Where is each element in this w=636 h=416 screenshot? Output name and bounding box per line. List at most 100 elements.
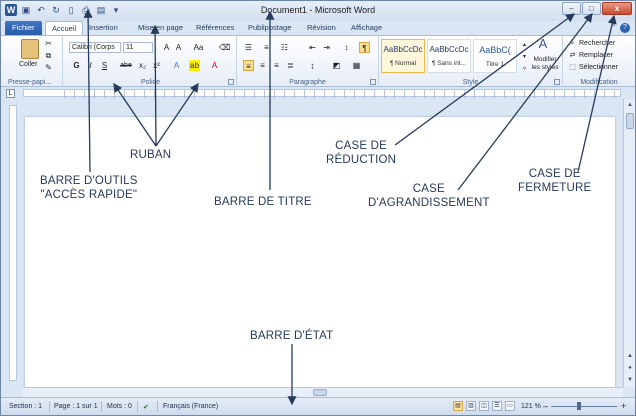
- text-effects-icon[interactable]: A: [171, 60, 182, 71]
- previous-page-icon[interactable]: ▲: [625, 351, 635, 361]
- cut-icon[interactable]: ✂: [43, 38, 54, 49]
- draft-view-icon[interactable]: ▭: [505, 401, 515, 411]
- style-sample: AaBbCcDc: [383, 45, 423, 54]
- select-button[interactable]: Sélectionner: [579, 64, 618, 71]
- sort-icon[interactable]: ↕: [341, 42, 352, 53]
- minimize-button[interactable]: –: [562, 2, 581, 15]
- ribbon-tabs: Fichier Accueil Insertion Mise en page R…: [1, 21, 635, 35]
- justify-icon[interactable]: ≣: [285, 60, 296, 71]
- clear-formatting-icon[interactable]: ⌫: [219, 42, 230, 53]
- group-font: Calibri (Corps 11 A A Aa ⌫ G I S abe x₂ …: [65, 36, 237, 87]
- italic-button[interactable]: I: [85, 60, 96, 71]
- borders-icon[interactable]: ▦: [351, 60, 362, 71]
- vertical-ruler[interactable]: [9, 105, 17, 381]
- change-styles-button[interactable]: Modifier les styles: [529, 56, 561, 72]
- shrink-font-icon[interactable]: A: [173, 42, 184, 53]
- zoom-in-button[interactable]: +: [621, 401, 626, 411]
- help-icon[interactable]: ?: [620, 23, 630, 33]
- styles-scroll-up-icon[interactable]: ▴: [519, 40, 530, 51]
- vertical-scroll-thumb[interactable]: [626, 113, 634, 129]
- maximize-button[interactable]: □: [582, 2, 601, 15]
- tab-accueil[interactable]: Accueil: [45, 21, 84, 35]
- font-size-select[interactable]: 11: [123, 42, 153, 53]
- horizontal-scrollbar[interactable]: [23, 387, 623, 397]
- show-formatting-marks-icon[interactable]: ¶: [359, 42, 370, 53]
- style-sample: AaBbC(: [479, 45, 511, 55]
- document-page[interactable]: [25, 117, 615, 387]
- status-page[interactable]: Page : 1 sur 1: [54, 403, 98, 410]
- annotation-maximize: CASE D'AGRANDISSEMENT: [368, 182, 490, 210]
- horizontal-scroll-thumb[interactable]: [313, 389, 327, 396]
- tab-affichage[interactable]: Affichage: [351, 21, 382, 35]
- tab-fichier[interactable]: Fichier: [5, 21, 42, 35]
- styles-dialog-launcher-icon[interactable]: [554, 79, 560, 85]
- bullets-icon[interactable]: ☰: [243, 42, 254, 53]
- annotation-qat-line2: "ACCÈS RAPIDE": [40, 189, 138, 201]
- multilevel-list-icon[interactable]: ☷: [279, 42, 290, 53]
- grow-font-icon[interactable]: A: [161, 42, 172, 53]
- highlight-icon[interactable]: ab: [189, 60, 200, 71]
- editing-group-label: Modification: [580, 79, 618, 86]
- vertical-scrollbar[interactable]: ▲ ▲ ● ▼: [623, 99, 635, 387]
- font-dialog-launcher-icon[interactable]: [228, 79, 234, 85]
- font-color-icon[interactable]: A: [209, 60, 220, 71]
- find-icon[interactable]: ⌕: [567, 38, 578, 49]
- strikethrough-button[interactable]: abe: [119, 60, 133, 71]
- tab-revision[interactable]: Révision: [307, 21, 336, 35]
- shading-icon[interactable]: ◩: [331, 60, 342, 71]
- tab-mise-en-page[interactable]: Mise en page: [138, 21, 183, 35]
- status-language[interactable]: Français (France): [163, 403, 218, 410]
- minimize-ribbon-icon[interactable]: ⌃: [610, 23, 617, 32]
- horizontal-ruler[interactable]: L: [1, 87, 635, 99]
- full-screen-reading-icon[interactable]: ▥: [466, 401, 476, 411]
- group-paragraph: ☰ ≡ ☷ ⇤ ⇥ ↕ ¶ ≡ ≡ ≡ ≣ ↨ ◩ ▦ Paragraphe: [237, 36, 379, 87]
- ruler-bar[interactable]: [23, 89, 624, 98]
- print-layout-view-icon[interactable]: ▤: [453, 401, 463, 411]
- change-styles-icon[interactable]: A: [535, 37, 551, 54]
- decrease-indent-icon[interactable]: ⇤: [307, 42, 318, 53]
- outline-view-icon[interactable]: ☰: [492, 401, 502, 411]
- status-word-count[interactable]: Mots : 0: [107, 403, 132, 410]
- format-painter-icon[interactable]: ✎: [43, 62, 54, 73]
- tab-references[interactable]: Références: [196, 21, 234, 35]
- tab-insertion[interactable]: Insertion: [89, 21, 118, 35]
- font-name-select[interactable]: Calibri (Corps: [69, 42, 121, 53]
- increase-indent-icon[interactable]: ⇥: [321, 42, 332, 53]
- zoom-slider[interactable]: [551, 406, 617, 407]
- zoom-level[interactable]: 121 %: [521, 403, 541, 410]
- zoom-out-button[interactable]: –: [543, 401, 548, 411]
- align-right-icon[interactable]: ≡: [271, 60, 282, 71]
- close-button[interactable]: x: [602, 2, 632, 15]
- browse-object-icon[interactable]: ●: [625, 363, 635, 373]
- replace-button[interactable]: Remplacer: [579, 52, 613, 59]
- change-case-icon[interactable]: Aa: [193, 42, 204, 53]
- paste-button-label[interactable]: Coller: [19, 61, 37, 68]
- copy-icon[interactable]: ⧉: [43, 50, 54, 61]
- align-left-icon[interactable]: ≡: [243, 60, 254, 71]
- scroll-up-icon[interactable]: ▲: [625, 100, 635, 110]
- paragraph-dialog-launcher-icon[interactable]: [370, 79, 376, 85]
- numbering-icon[interactable]: ≡: [261, 42, 272, 53]
- annotation-qat: BARRE D'OUTILS "ACCÈS RAPIDE": [40, 174, 138, 202]
- find-button[interactable]: Rechercher: [579, 40, 615, 47]
- proofing-icon[interactable]: ✔: [143, 403, 149, 411]
- tab-selector-icon[interactable]: L: [6, 89, 15, 98]
- paste-icon[interactable]: [21, 39, 39, 59]
- zoom-slider-knob[interactable]: [577, 402, 581, 410]
- next-page-icon[interactable]: ▼: [625, 375, 635, 385]
- annotation-title-bar: BARRE DE TITRE: [214, 196, 312, 208]
- select-icon[interactable]: ⬚: [567, 62, 578, 73]
- line-spacing-icon[interactable]: ↨: [307, 60, 318, 71]
- subscript-button[interactable]: x₂: [137, 60, 148, 71]
- replace-icon[interactable]: ⇄: [567, 50, 578, 61]
- style-no-spacing[interactable]: AaBbCcDc ¶ Sans int...: [427, 39, 471, 73]
- superscript-button[interactable]: x²: [151, 60, 162, 71]
- underline-button[interactable]: S: [99, 60, 110, 71]
- style-heading-1[interactable]: AaBbC( Titre 1: [473, 39, 517, 73]
- web-layout-icon[interactable]: ◫: [479, 401, 489, 411]
- status-section[interactable]: Section : 1: [9, 403, 42, 410]
- style-normal[interactable]: AaBbCcDc ¶ Normal: [381, 39, 425, 73]
- align-center-icon[interactable]: ≡: [257, 60, 268, 71]
- tab-publipostage[interactable]: Publipostage: [248, 21, 291, 35]
- bold-button[interactable]: G: [71, 60, 82, 71]
